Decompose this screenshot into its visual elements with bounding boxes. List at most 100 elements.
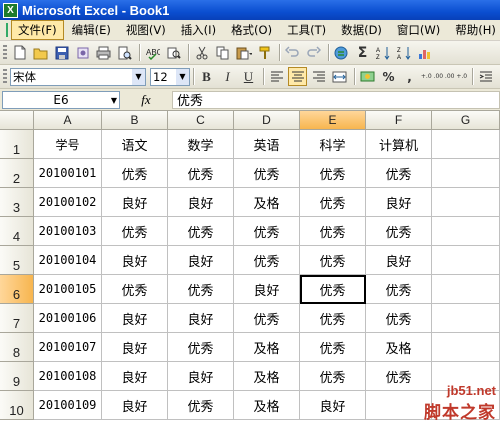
- cell-f8[interactable]: 及格: [366, 333, 432, 362]
- cell-e3[interactable]: 优秀: [300, 188, 366, 217]
- column-header-b[interactable]: B: [102, 111, 168, 130]
- chevron-down-icon[interactable]: ▼: [132, 68, 145, 85]
- menu-insert[interactable]: 插入(I): [174, 20, 223, 40]
- cell-e1[interactable]: 科学: [300, 130, 366, 159]
- column-header-g[interactable]: G: [432, 111, 500, 130]
- cell-e10[interactable]: 良好: [300, 391, 366, 420]
- decrease-decimal-button[interactable]: .00 +.0: [445, 67, 467, 86]
- cell-d10[interactable]: 及格: [234, 391, 300, 420]
- sort-descending-icon[interactable]: ZA: [395, 43, 414, 62]
- permission-icon[interactable]: [73, 43, 92, 62]
- chevron-down-icon[interactable]: ▼: [111, 96, 117, 105]
- cell-b2[interactable]: 优秀: [102, 159, 168, 188]
- cell-c5[interactable]: 良好: [168, 246, 234, 275]
- cell-e4[interactable]: 优秀: [300, 217, 366, 246]
- row-header-4[interactable]: 4: [0, 217, 34, 246]
- cell-b3[interactable]: 良好: [102, 188, 168, 217]
- undo-icon[interactable]: [283, 43, 302, 62]
- formula-input[interactable]: 优秀: [172, 90, 500, 109]
- row-header-7[interactable]: 7: [0, 304, 34, 333]
- align-right-icon[interactable]: [309, 67, 328, 86]
- cell-a9[interactable]: 20100108: [34, 362, 102, 391]
- menu-edit[interactable]: 编辑(E): [65, 20, 118, 40]
- cell-e2[interactable]: 优秀: [300, 159, 366, 188]
- underline-button[interactable]: U: [239, 67, 258, 86]
- font-name-select[interactable]: 宋体 ▼: [10, 67, 146, 86]
- row-header-10[interactable]: 10: [0, 391, 34, 420]
- hyperlink-icon[interactable]: [332, 43, 351, 62]
- cell-a2[interactable]: 20100101: [34, 159, 102, 188]
- menu-format[interactable]: 格式(O): [224, 20, 279, 40]
- toolbar-grip-icon[interactable]: [3, 44, 7, 61]
- row-header-5[interactable]: 5: [0, 246, 34, 275]
- cell-a4[interactable]: 20100103: [34, 217, 102, 246]
- cell-e9[interactable]: 优秀: [300, 362, 366, 391]
- cell-b7[interactable]: 良好: [102, 304, 168, 333]
- cell-g4[interactable]: [432, 217, 500, 246]
- new-icon[interactable]: [10, 43, 29, 62]
- cell-b8[interactable]: 良好: [102, 333, 168, 362]
- cell-f6[interactable]: 优秀: [366, 275, 432, 304]
- cell-d2[interactable]: 优秀: [234, 159, 300, 188]
- column-header-c[interactable]: C: [168, 111, 234, 130]
- row-header-6[interactable]: 6: [0, 275, 34, 304]
- cell-g8[interactable]: [432, 333, 500, 362]
- sort-ascending-icon[interactable]: AZ: [374, 43, 393, 62]
- row-header-2[interactable]: 2: [0, 159, 34, 188]
- chevron-down-icon[interactable]: ▼: [176, 68, 189, 85]
- workbook-icon[interactable]: [6, 23, 8, 37]
- align-left-icon[interactable]: [267, 67, 286, 86]
- cell-g5[interactable]: [432, 246, 500, 275]
- cell-c4[interactable]: 优秀: [168, 217, 234, 246]
- redo-icon[interactable]: [304, 43, 323, 62]
- menu-view[interactable]: 视图(V): [119, 20, 173, 40]
- column-header-a[interactable]: A: [34, 111, 102, 130]
- cell-b9[interactable]: 良好: [102, 362, 168, 391]
- cell-d5[interactable]: 优秀: [234, 246, 300, 275]
- cell-f5[interactable]: 良好: [366, 246, 432, 275]
- cell-e8[interactable]: 优秀: [300, 333, 366, 362]
- menu-help[interactable]: 帮助(H): [448, 20, 500, 40]
- cell-b4[interactable]: 优秀: [102, 217, 168, 246]
- format-painter-icon[interactable]: [255, 43, 274, 62]
- cell-e6[interactable]: 优秀: [300, 275, 366, 304]
- cell-c2[interactable]: 优秀: [168, 159, 234, 188]
- italic-button[interactable]: I: [218, 67, 237, 86]
- cell-f1[interactable]: 计算机: [366, 130, 432, 159]
- insert-function-icon[interactable]: fx: [120, 92, 172, 108]
- menu-window[interactable]: 窗口(W): [390, 20, 447, 40]
- print-icon[interactable]: [94, 43, 113, 62]
- name-box[interactable]: E6 ▼: [2, 90, 120, 109]
- bold-button[interactable]: B: [197, 67, 216, 86]
- cell-a6[interactable]: 20100105: [34, 275, 102, 304]
- cell-a10[interactable]: 20100109: [34, 391, 102, 420]
- cell-g6[interactable]: [432, 275, 500, 304]
- cell-d1[interactable]: 英语: [234, 130, 300, 159]
- cell-f10[interactable]: [366, 391, 432, 420]
- column-header-d[interactable]: D: [234, 111, 300, 130]
- cell-f2[interactable]: 优秀: [366, 159, 432, 188]
- chart-wizard-icon[interactable]: [416, 43, 435, 62]
- cell-d8[interactable]: 及格: [234, 333, 300, 362]
- cell-b1[interactable]: 语文: [102, 130, 168, 159]
- cell-g1[interactable]: [432, 130, 500, 159]
- cell-g2[interactable]: [432, 159, 500, 188]
- cell-b10[interactable]: 良好: [102, 391, 168, 420]
- cell-a8[interactable]: 20100107: [34, 333, 102, 362]
- row-header-3[interactable]: 3: [0, 188, 34, 217]
- cell-b6[interactable]: 优秀: [102, 275, 168, 304]
- cell-d6[interactable]: 良好: [234, 275, 300, 304]
- research-icon[interactable]: [164, 43, 183, 62]
- row-header-9[interactable]: 9: [0, 362, 34, 391]
- cell-a1[interactable]: 学号: [34, 130, 102, 159]
- cell-c1[interactable]: 数学: [168, 130, 234, 159]
- cell-d4[interactable]: 优秀: [234, 217, 300, 246]
- cell-g3[interactable]: [432, 188, 500, 217]
- cell-f4[interactable]: 优秀: [366, 217, 432, 246]
- copy-icon[interactable]: [213, 43, 232, 62]
- align-center-icon[interactable]: [288, 67, 307, 86]
- cut-icon[interactable]: [192, 43, 211, 62]
- cell-c8[interactable]: 优秀: [168, 333, 234, 362]
- cell-c3[interactable]: 良好: [168, 188, 234, 217]
- select-all-corner[interactable]: [0, 111, 34, 130]
